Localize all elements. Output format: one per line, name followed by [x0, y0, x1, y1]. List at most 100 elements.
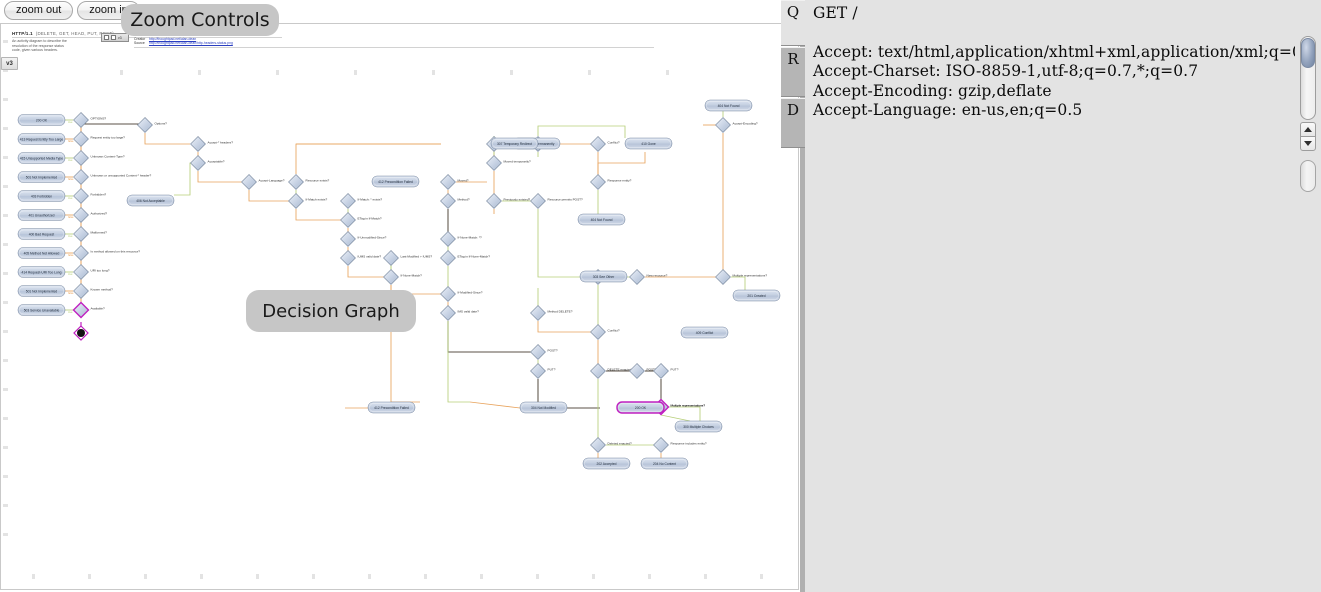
graph-node[interactable]: 200 OK — [616, 401, 665, 414]
ruler-tick — [3, 388, 8, 391]
graph-decision-node[interactable]: Accept-Encoding? — [715, 117, 758, 133]
graph-node[interactable]: 412 Precondition Failed — [371, 175, 420, 188]
graph-decision-node[interactable]: Request entity too large? — [73, 131, 126, 147]
graph-node[interactable]: 412 Precondition Failed — [367, 401, 416, 414]
graph-decision-node[interactable]: If-None-Match? — [383, 269, 423, 285]
graph-decision-node[interactable]: Deleted enacted? — [590, 437, 633, 453]
edge-label: true — [68, 310, 73, 314]
graph-decision-node[interactable]: Method DELETE? — [530, 305, 573, 321]
graph-decision-node[interactable]: If-Match exists? — [288, 193, 328, 209]
zoom-controls-toolbar[interactable]: zoom out zoom in — [4, 1, 140, 21]
graph-edge — [295, 143, 441, 174]
graph-decision-node[interactable]: If-Match: * exists? — [340, 193, 383, 209]
decision-graph-pane[interactable]: 200 OK OPTIONS? true 413 Request Entity Too… — [0, 0, 800, 592]
graph-decision-node[interactable]: Response includes entity? — [653, 437, 707, 453]
graph-decision-node[interactable]: PUT? — [653, 363, 679, 379]
graph-node[interactable]: 204 No Content — [640, 457, 689, 470]
graph-decision-node[interactable]: Conflict? — [590, 136, 620, 152]
scroll-down-arrow-icon[interactable] — [1300, 136, 1316, 151]
graph-decision-node[interactable]: Response entity? — [590, 174, 632, 190]
graph-node[interactable]: 200 OK — [17, 114, 66, 126]
qrd-tab-strip[interactable]: Q R D — [781, 0, 805, 592]
zoom-out-button[interactable]: zoom out — [4, 1, 74, 20]
graph-decision-node[interactable]: Unknown Content-Type? — [73, 150, 125, 166]
svg-text:Is method allowed on this reso: Is method allowed on this resource? — [91, 249, 141, 253]
ruler-tick — [3, 475, 8, 478]
graph-decision-node[interactable]: Last-Modified > IUMS? — [383, 250, 433, 266]
scrollbar-thumb[interactable] — [1301, 38, 1315, 68]
graph-node[interactable]: 202 Accepted — [582, 457, 631, 470]
credit-link[interactable]: http://thoughtpad.net/alan-dean/http-hea… — [149, 41, 233, 45]
graph-decision-node[interactable]: Unknown or unsupported Content-* header? — [73, 169, 152, 185]
graph-decision-node[interactable]: DELETE enacted? — [590, 363, 634, 379]
ruler-tick — [3, 330, 8, 333]
graph-node[interactable]: 410 Gone — [624, 137, 673, 150]
detail-scrollbar[interactable] — [1295, 0, 1321, 592]
graph-node[interactable]: 307 Temporary Redirect — [490, 137, 539, 150]
graph-decision-node[interactable]: POST? — [629, 363, 657, 379]
graph-decision-node[interactable]: If-None-Match: *? — [440, 231, 483, 247]
graph-decision-node[interactable]: If-Modified-Since? — [440, 286, 483, 302]
graph-decision-node[interactable]: PUT? — [530, 363, 556, 379]
svg-text:If-None-Match: *?: If-None-Match: *? — [458, 235, 483, 239]
graph-decision-node[interactable]: Moved temporarily? — [486, 155, 531, 171]
graph-node[interactable]: 415 Unsupported Media Type — [17, 152, 66, 164]
credit-link[interactable]: http://thoughtpad.net/alan-dean — [149, 37, 196, 41]
graph-node[interactable]: 501 Not Implemented — [17, 171, 66, 183]
graph-decision-node[interactable]: Conflict? — [590, 324, 620, 340]
graph-decision-node[interactable]: Acceptable? — [190, 155, 225, 171]
graph-decision-node[interactable]: ETag in If-Match? — [340, 212, 382, 228]
edge-label: false — [68, 291, 74, 295]
graph-decision-node[interactable]: Authorized? — [73, 207, 108, 223]
graph-decision-node[interactable]: Method? — [440, 193, 470, 209]
graph-decision-node[interactable]: Multiple representations? — [715, 269, 768, 285]
graph-node[interactable]: 404 Not Found — [704, 99, 753, 112]
graph-node[interactable]: 414 Request-URI Too Long — [17, 266, 66, 278]
graph-decision-node[interactable]: Accept-Language? — [241, 174, 285, 190]
graph-node[interactable]: 404 Not Found — [577, 213, 626, 226]
request-line: GET / — [813, 4, 858, 22]
graph-decision-node[interactable]: New resource? — [629, 269, 668, 285]
scrollbar-lower-track[interactable] — [1300, 160, 1316, 192]
graph-decision-node[interactable]: If-Unmodified-Since? — [340, 231, 387, 247]
graph-node[interactable]: 403 Forbidden — [17, 190, 66, 202]
graph-decision-node[interactable]: Available? — [72, 301, 105, 319]
graph-decision-node[interactable]: Forbidden? — [73, 188, 107, 204]
tab-query[interactable]: Q — [781, 0, 805, 46]
graph-decision-node[interactable]: Resource exists? — [288, 174, 330, 190]
graph-node[interactable]: 413 Request Entity Too Large — [17, 133, 66, 145]
graph-node[interactable]: 406 Not Acceptable — [126, 194, 175, 207]
graph-decision-node[interactable]: URI too long? — [73, 264, 110, 280]
graph-decision-node[interactable]: Known method? — [73, 283, 114, 299]
graph-decision-node[interactable]: IUMS valid date? — [340, 250, 382, 266]
graph-decision-node[interactable]: Previously existed? — [486, 193, 531, 209]
graph-decision-node[interactable]: IMS valid date? — [440, 305, 480, 321]
graph-node[interactable]: 401 Unauthorized — [17, 209, 66, 221]
graph-node[interactable]: 503 Service Unavailable — [17, 304, 66, 316]
graph-decision-node[interactable]: ETag in If-None-Match? — [440, 250, 491, 266]
graph-node[interactable]: 201 Created — [732, 289, 781, 302]
graph-decision-node[interactable]: OPTIONS? — [73, 112, 107, 128]
graph-decision-node[interactable]: Malformed? — [73, 226, 108, 242]
graph-node[interactable]: 405 Method Not Allowed — [17, 247, 66, 259]
graph-node[interactable]: 400 Bad Request — [17, 228, 66, 240]
header-accept-encoding: Accept-Encoding: gzip,deflate — [813, 81, 1052, 100]
graph-decision-node[interactable]: Moved? — [440, 174, 469, 190]
graph-node[interactable]: 303 See Other — [579, 270, 628, 283]
graph-decision-node[interactable]: Is method allowed on this resource? — [73, 245, 141, 261]
graph-decision-node[interactable]: Accept-* headers? — [190, 136, 234, 152]
request-detail-body[interactable]: GET / Accept: text/html,application/xhtm… — [805, 0, 1295, 592]
svg-text:400 Bad Request: 400 Bad Request — [29, 232, 55, 236]
graph-decision-node[interactable]: Options? — [137, 117, 168, 133]
graph-decision-node[interactable]: Resource permits POST? — [530, 193, 584, 209]
tab-response[interactable]: R — [781, 47, 805, 97]
graph-node[interactable]: 501 Not Implemented — [17, 285, 66, 297]
graph-decision-node[interactable]: POST? — [530, 344, 558, 360]
scroll-up-arrow-icon[interactable] — [1300, 122, 1316, 137]
tab-decision[interactable]: D — [781, 98, 805, 148]
graph-node[interactable]: 409 Conflict — [680, 326, 729, 339]
svg-text:URI too long?: URI too long? — [91, 268, 110, 272]
graph-node[interactable]: 300 Multiple Choices — [674, 420, 723, 433]
svg-text:401 Unauthorized: 401 Unauthorized — [28, 213, 54, 217]
graph-node[interactable]: 304 Not Modified — [519, 401, 568, 414]
